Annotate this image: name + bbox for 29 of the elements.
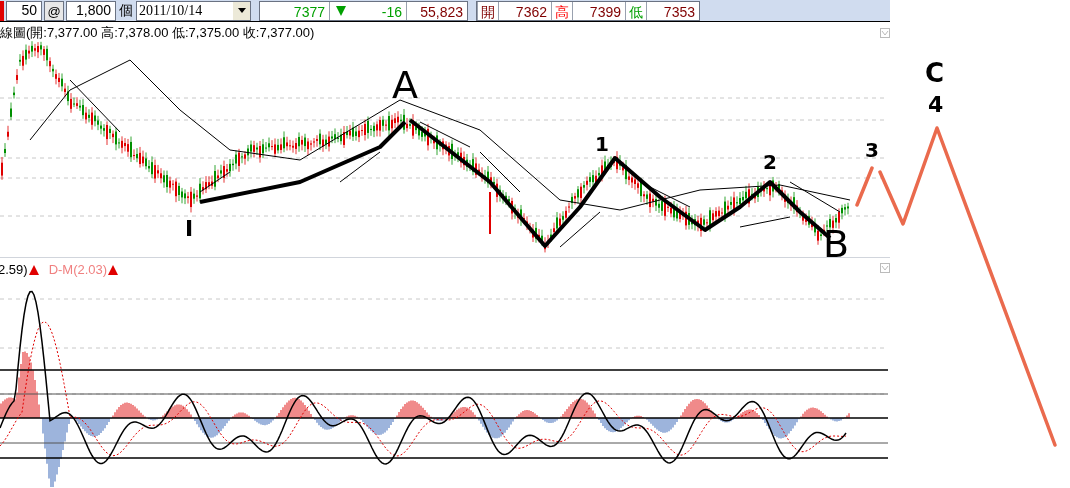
lot-field[interactable]: 50: [6, 0, 42, 21]
at-button[interactable]: @: [44, 0, 64, 21]
up-triangle-icon: [108, 264, 119, 275]
collapse-icon[interactable]: [880, 263, 890, 273]
annotation-label: 1: [595, 134, 609, 154]
volume-value: 55,823: [419, 2, 464, 20]
toolbar-marker: [0, 0, 4, 21]
ohlc-label: 開: [477, 1, 499, 20]
ohlc-value: 7362: [514, 2, 548, 20]
up-triangle-icon: [28, 264, 39, 275]
ohlc-value: 7353: [662, 2, 696, 20]
unit-label: 個: [118, 1, 134, 20]
ohlc-label: 高: [551, 1, 573, 20]
annotation-label: C: [925, 60, 945, 86]
collapse-icon[interactable]: [880, 28, 890, 38]
amount-field[interactable]: 1,800: [66, 0, 116, 21]
date-dropdown[interactable]: 2011/10/14: [136, 0, 251, 21]
indicator-label: D-M(2.03): [48, 261, 108, 279]
chart-title: 線圖(開:7,377.00 高:7,378.00 低:7,375.00 收:7,377.00): [0, 24, 315, 42]
annotation-label: I: [185, 218, 194, 240]
price-value: 7377: [260, 1, 330, 20]
annotation-label: 3: [865, 140, 879, 160]
annotation-label: 4: [928, 94, 944, 116]
annotation-label: B: [823, 225, 850, 263]
annotation-label: 2: [763, 152, 777, 172]
ohlc-label: 低: [625, 1, 647, 20]
ohlc-value: 7399: [588, 2, 622, 20]
annotation-label: A: [392, 66, 418, 104]
change-value: -16: [352, 1, 407, 20]
